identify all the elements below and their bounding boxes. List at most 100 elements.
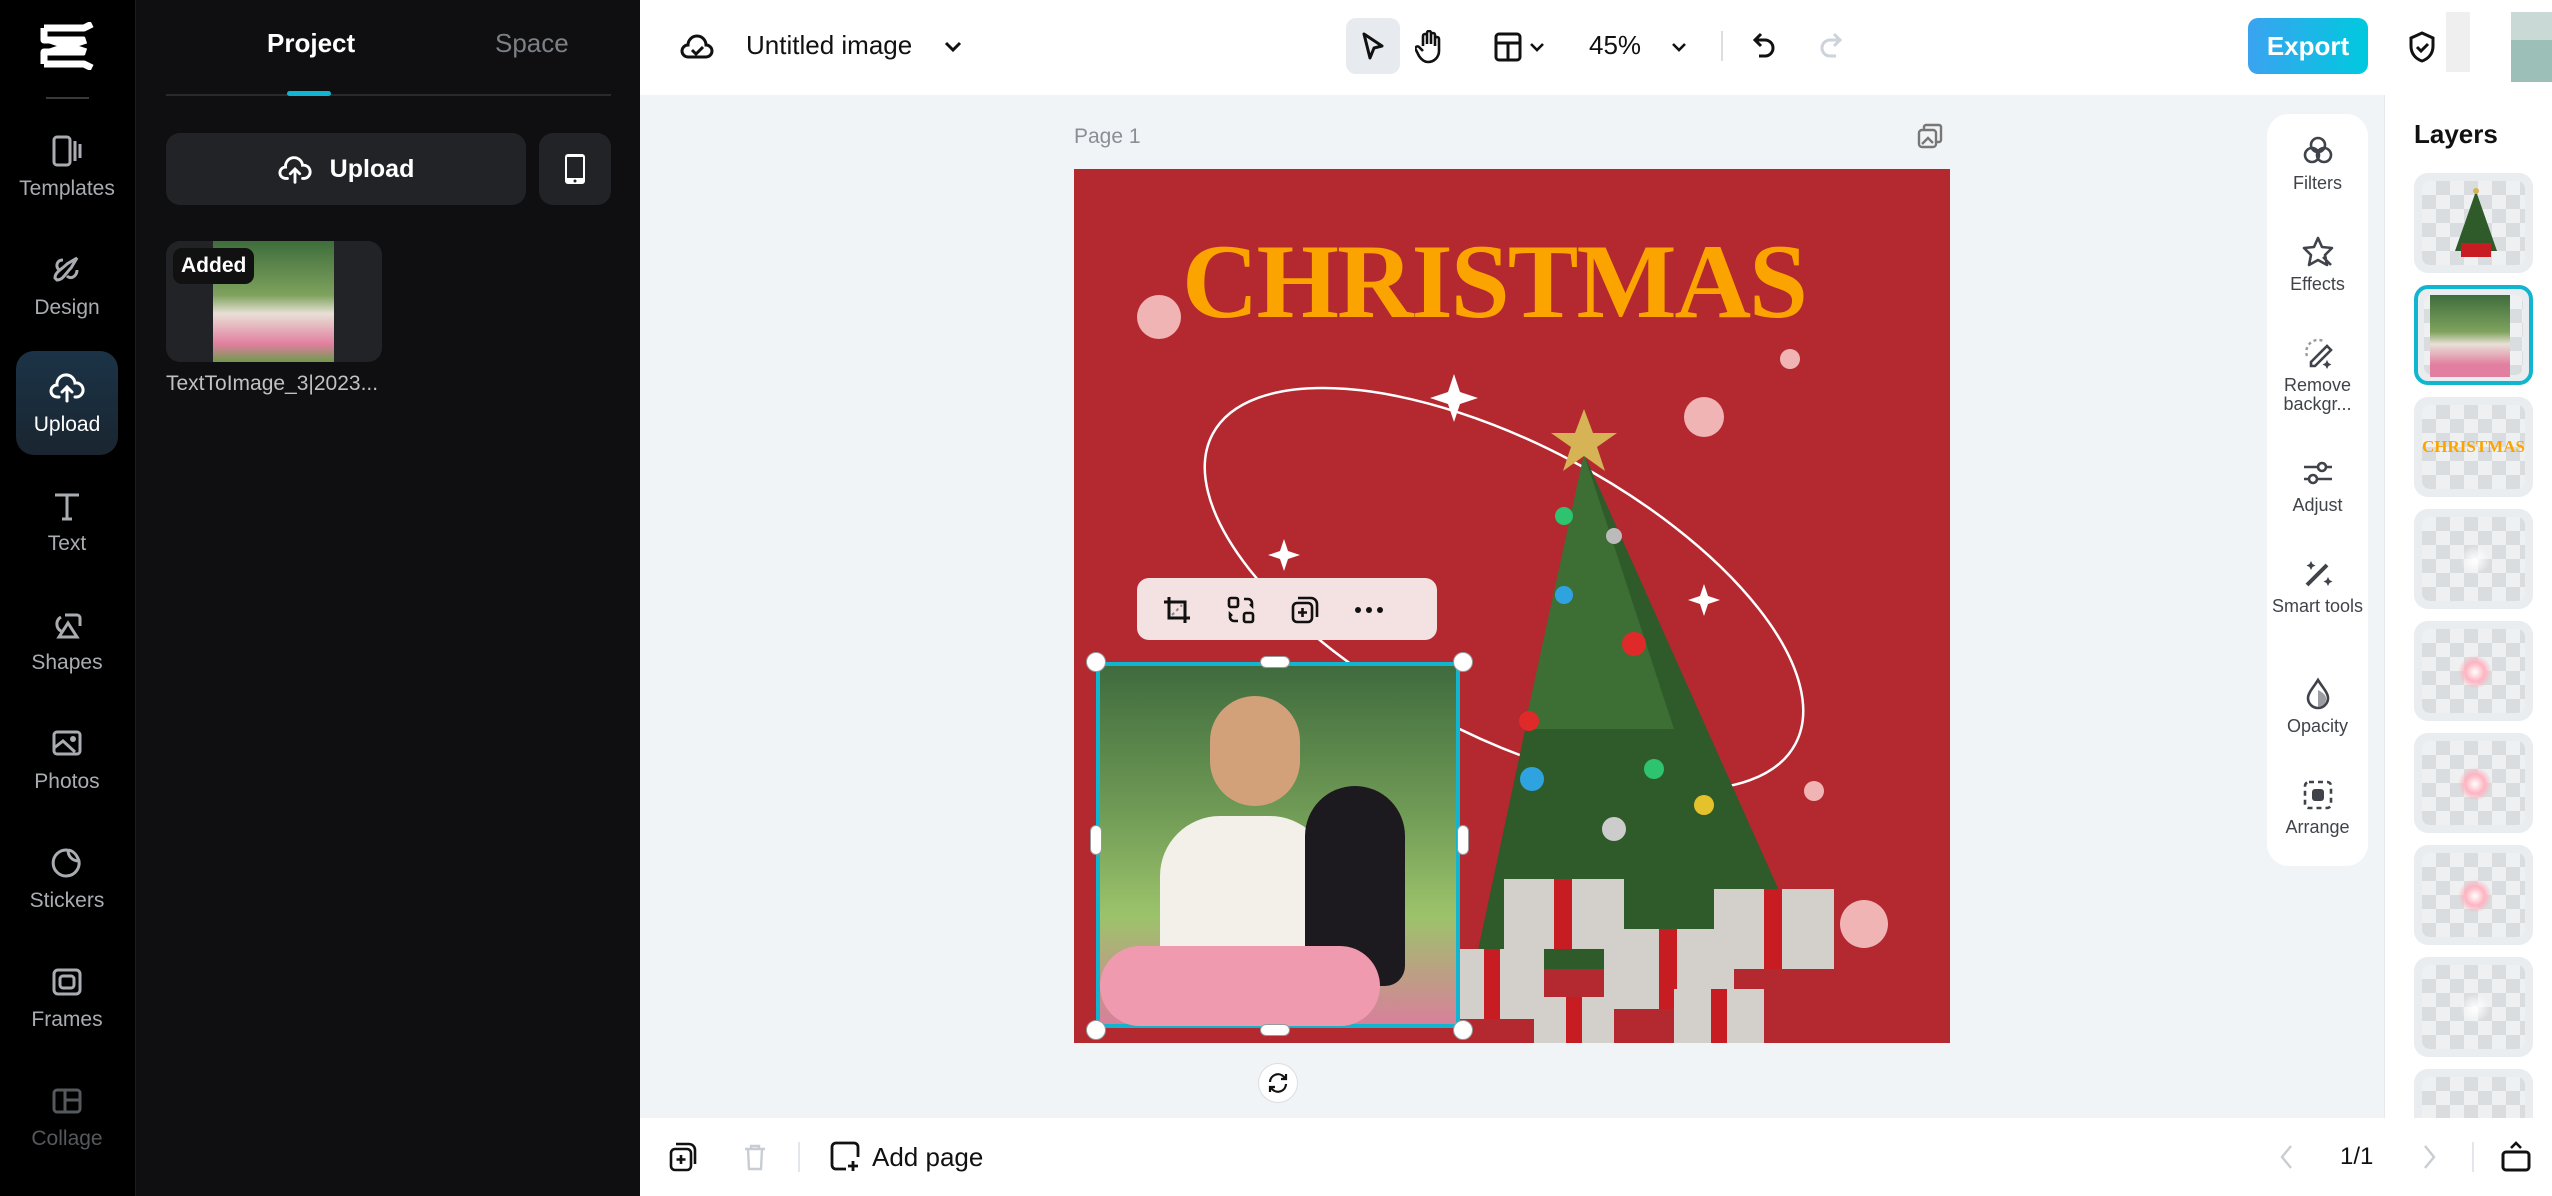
collage-icon bbox=[52, 1088, 82, 1114]
panel-tabs: Project Space bbox=[166, 0, 611, 96]
cloud-saved-icon[interactable] bbox=[678, 28, 716, 66]
select-tool-button[interactable] bbox=[1346, 18, 1400, 74]
previous-page-button[interactable] bbox=[2272, 1142, 2300, 1172]
toolbar-divider bbox=[1721, 31, 1723, 61]
selected-photo-element[interactable] bbox=[1096, 662, 1460, 1028]
resize-handle-bottom-right[interactable] bbox=[1453, 1020, 1473, 1040]
upload-from-phone-button[interactable] bbox=[539, 133, 611, 205]
arrange-icon bbox=[2303, 780, 2332, 810]
layer-item-sparkle[interactable] bbox=[2414, 845, 2533, 945]
duplicate-page-button[interactable] bbox=[666, 1140, 700, 1174]
added-badge: Added bbox=[173, 248, 255, 284]
zoom-dropdown-chevron-icon[interactable] bbox=[1670, 38, 1688, 56]
zoom-level[interactable]: 45% bbox=[1589, 30, 1641, 61]
element-context-toolbar bbox=[1137, 578, 1437, 640]
resize-handle-right[interactable] bbox=[1457, 825, 1469, 855]
rail-item-upload[interactable]: Upload bbox=[16, 351, 118, 455]
layer-item-christmas-text[interactable]: CHRISTMAS bbox=[2414, 397, 2533, 497]
tab-indicator bbox=[287, 91, 331, 96]
tool-remove-background[interactable]: Remove backgr... bbox=[2267, 336, 2368, 414]
stickers-icon bbox=[51, 848, 81, 878]
frames-icon bbox=[52, 968, 82, 996]
privacy-shield-button[interactable] bbox=[2406, 28, 2438, 66]
hand-tool-button[interactable] bbox=[1412, 28, 1446, 66]
layer-item-sparkle[interactable] bbox=[2414, 957, 2533, 1057]
rail-item-design[interactable]: Design bbox=[16, 234, 118, 338]
adjust-icon bbox=[2303, 461, 2332, 485]
pointer-icon bbox=[1362, 32, 1384, 60]
tool-adjust[interactable]: Adjust bbox=[2267, 456, 2368, 515]
resize-handle-top[interactable] bbox=[1260, 656, 1290, 668]
image-tools-panel: Filters Effects Remove backgr... Adjust … bbox=[2267, 114, 2368, 866]
layers-panel: Layers CHRISTMAS bbox=[2384, 95, 2552, 1118]
layout-dropdown-chevron-icon[interactable] bbox=[1528, 38, 1546, 56]
tool-smart-tools[interactable]: Smart tools bbox=[2267, 557, 2368, 616]
avatar[interactable] bbox=[2511, 12, 2552, 82]
more-options-button[interactable] bbox=[1351, 592, 1387, 628]
rotate-handle[interactable] bbox=[1258, 1063, 1298, 1103]
upload-cloud-icon bbox=[278, 156, 312, 184]
text-icon bbox=[55, 493, 79, 521]
hand-icon bbox=[1415, 30, 1441, 64]
add-page-button[interactable]: Add page bbox=[830, 1140, 1120, 1174]
page-background-icon[interactable] bbox=[1917, 123, 1943, 149]
rail-item-frames[interactable]: Frames bbox=[16, 946, 118, 1050]
capcut-logo-icon[interactable] bbox=[40, 22, 96, 70]
tab-space[interactable]: Space bbox=[495, 28, 569, 59]
tool-effects[interactable]: Effects bbox=[2267, 235, 2368, 294]
tab-project[interactable]: Project bbox=[267, 28, 355, 59]
replace-icon bbox=[1227, 596, 1255, 624]
layer-item-photo[interactable] bbox=[2414, 285, 2533, 385]
undo-button[interactable] bbox=[1747, 28, 1783, 66]
duplicate-button[interactable] bbox=[1287, 592, 1323, 628]
resize-handle-bottom-left[interactable] bbox=[1086, 1020, 1106, 1040]
rail-item-templates[interactable]: Templates bbox=[16, 115, 118, 219]
tool-filters[interactable]: Filters bbox=[2267, 134, 2368, 193]
export-button[interactable]: Export bbox=[2248, 18, 2368, 74]
chevron-left-icon bbox=[2280, 1145, 2292, 1169]
resize-handle-top-left[interactable] bbox=[1086, 652, 1106, 672]
upload-button[interactable]: Upload bbox=[166, 133, 526, 205]
opacity-icon bbox=[2306, 677, 2329, 710]
remove-background-icon bbox=[2304, 338, 2333, 369]
asset-thumbnail[interactable]: Added bbox=[166, 241, 382, 362]
smart-tools-icon bbox=[2305, 561, 2332, 587]
next-page-button[interactable] bbox=[2416, 1142, 2444, 1172]
title-dropdown-chevron-icon[interactable] bbox=[940, 34, 966, 60]
layer-text-preview: CHRISTMAS bbox=[2422, 437, 2525, 456]
rail-item-photos[interactable]: Photos bbox=[16, 708, 118, 812]
redo-icon bbox=[1820, 32, 1843, 58]
rail-item-text[interactable]: Text bbox=[16, 470, 118, 574]
rail-item-collage[interactable]: Collage bbox=[16, 1065, 118, 1169]
layout-button[interactable] bbox=[1490, 28, 1526, 66]
templates-icon bbox=[52, 135, 82, 167]
layer-item-partial[interactable] bbox=[2414, 1069, 2533, 1118]
upload-button-label: Upload bbox=[329, 154, 415, 183]
document-title[interactable]: Untitled image bbox=[746, 30, 912, 61]
tool-label: Effects bbox=[2290, 274, 2345, 294]
resize-handle-top-right[interactable] bbox=[1453, 652, 1473, 672]
left-rail: Templates Design Upload Text Shapes Phot… bbox=[0, 0, 135, 1196]
redo-button[interactable] bbox=[1812, 28, 1848, 66]
rail-label: Design bbox=[34, 296, 100, 319]
duplicate-icon bbox=[1291, 596, 1319, 624]
layer-item-tree[interactable] bbox=[2414, 173, 2533, 273]
replace-button[interactable] bbox=[1223, 592, 1259, 628]
shapes-icon bbox=[55, 613, 82, 639]
layer-item-sparkle[interactable] bbox=[2414, 733, 2533, 833]
rail-item-stickers[interactable]: Stickers bbox=[16, 827, 118, 931]
crop-icon bbox=[1164, 597, 1190, 623]
delete-page-button[interactable] bbox=[738, 1140, 772, 1174]
tool-label: Arrange bbox=[2285, 817, 2350, 837]
account-avatar-fragment[interactable] bbox=[2446, 12, 2470, 72]
resize-handle-bottom[interactable] bbox=[1260, 1024, 1290, 1036]
christmas-title-text[interactable]: CHRISTMAS bbox=[1182, 221, 1808, 343]
crop-button[interactable] bbox=[1159, 592, 1195, 628]
resize-handle-left[interactable] bbox=[1090, 825, 1102, 855]
layer-item-sparkle[interactable] bbox=[2414, 509, 2533, 609]
tool-arrange[interactable]: Arrange bbox=[2267, 778, 2368, 837]
rail-item-shapes[interactable]: Shapes bbox=[16, 589, 118, 693]
expand-pages-button[interactable] bbox=[2498, 1138, 2534, 1174]
tool-opacity[interactable]: Opacity bbox=[2267, 677, 2368, 736]
layer-item-sparkle[interactable] bbox=[2414, 621, 2533, 721]
